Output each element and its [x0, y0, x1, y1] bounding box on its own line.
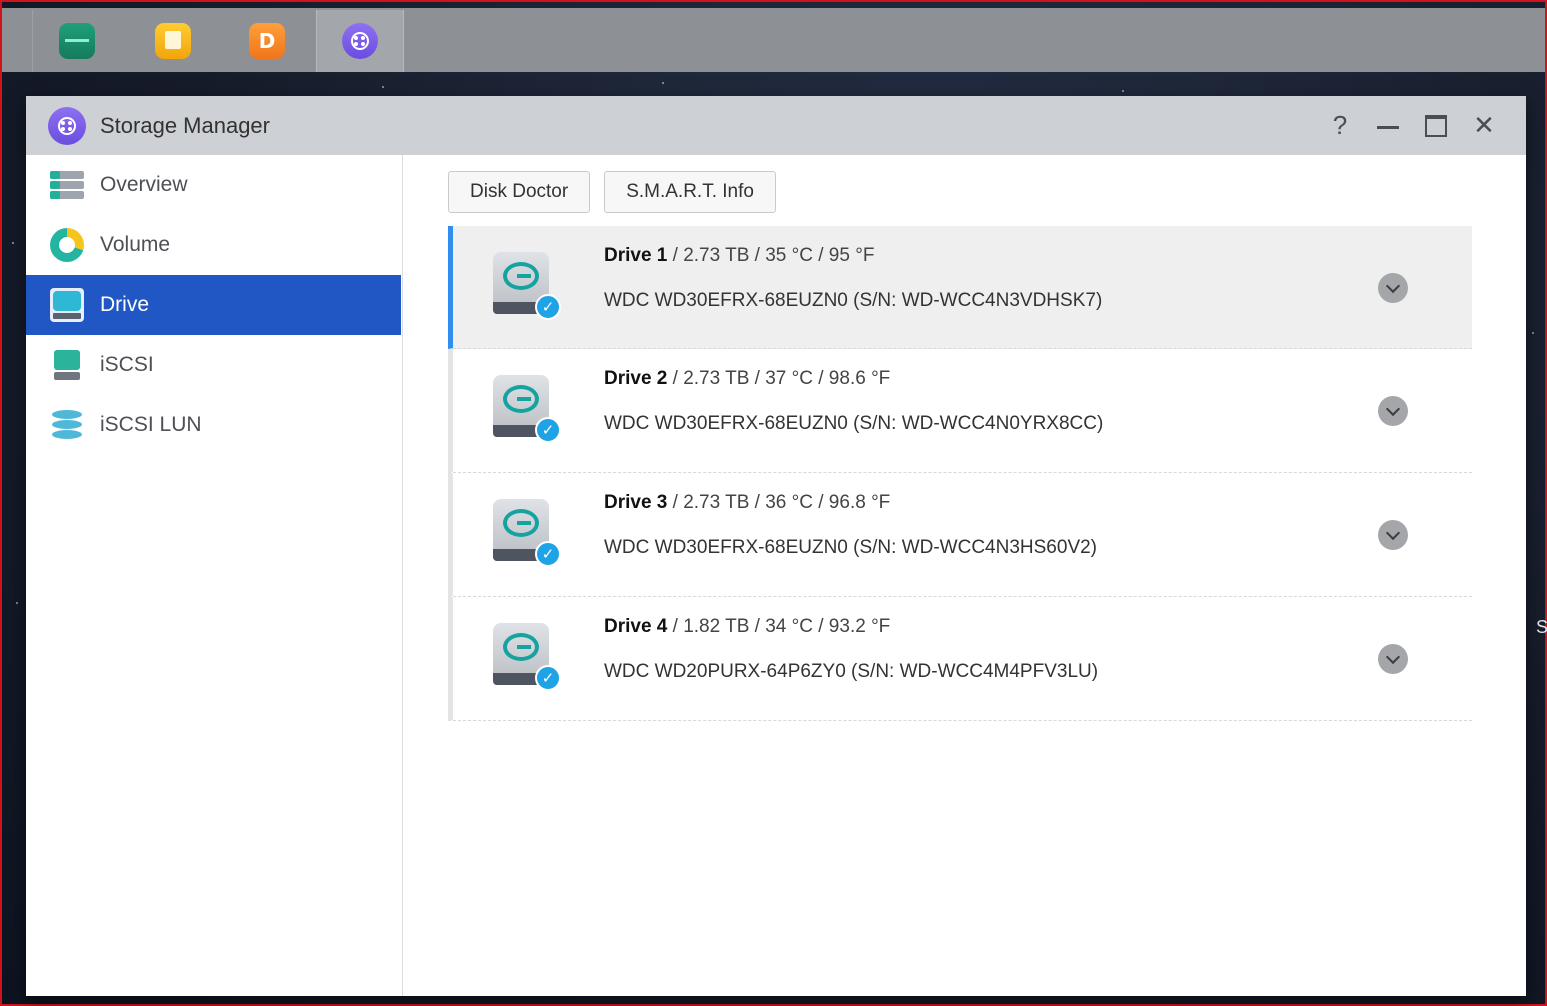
- sidebar-item-volume[interactable]: Volume: [26, 215, 402, 275]
- drive-details: / 2.73 TB / 36 °C / 96.8 °F: [667, 492, 891, 513]
- drive-model: WDC WD30EFRX-68EUZN0 (S/N: WD-WCC4N3HS60…: [604, 537, 1098, 558]
- sidebar-item-label: iSCSI LUN: [100, 413, 202, 436]
- window-title: Storage Manager: [100, 112, 270, 138]
- hard-disk-icon: ✓: [493, 623, 561, 691]
- hard-disk-icon: ✓: [493, 375, 561, 443]
- drive-name: Drive 1: [604, 245, 668, 266]
- healthy-check-icon: ✓: [535, 417, 561, 443]
- drive-name: Drive 4: [604, 616, 668, 637]
- close-button[interactable]: ✕: [1470, 110, 1498, 140]
- drive-details: / 1.82 TB / 34 °C / 93.2 °F: [667, 616, 891, 637]
- drive-row[interactable]: ✓ Drive 3 / 2.73 TB / 36 °C / 96.8 °F WD…: [448, 473, 1472, 597]
- drive-name: Drive 2: [604, 368, 668, 389]
- taskbar-download-center[interactable]: D: [223, 10, 311, 72]
- storage-manager-icon: [342, 23, 378, 59]
- resource-monitor-icon: [58, 23, 95, 59]
- sidebar-item-label: Volume: [100, 233, 171, 256]
- drive-details: / 2.73 TB / 37 °C / 98.6 °F: [667, 368, 891, 389]
- drive-model: WDC WD30EFRX-68EUZN0 (S/N: WD-WCC4N0YRX8…: [604, 413, 1104, 434]
- expand-chevron-icon[interactable]: [1378, 644, 1408, 674]
- sidebar-item-drive[interactable]: Drive: [26, 275, 401, 335]
- taskbar-storage-manager[interactable]: [316, 10, 404, 72]
- window-titlebar[interactable]: Storage Manager ? ✕: [26, 96, 1526, 155]
- hard-disk-icon: ✓: [493, 499, 561, 567]
- iscsi-lun-icon: [50, 408, 84, 442]
- drive-summary: Drive 4 / 1.82 TB / 34 °C / 93.2 °F: [604, 616, 890, 638]
- sidebar-item-overview[interactable]: Overview: [26, 155, 402, 215]
- storage-manager-icon: [48, 106, 86, 145]
- drive-details: / 2.73 TB / 35 °C / 95 °F: [667, 245, 875, 266]
- sidebar-item-label: Drive: [100, 293, 150, 316]
- desktop-edge-text: S: [1536, 617, 1547, 637]
- sidebar: Overview Volume Drive iSCSI iSCSI LUN: [26, 155, 403, 996]
- drive-summary: Drive 1 / 2.73 TB / 35 °C / 95 °F: [604, 245, 874, 267]
- drive-row[interactable]: ✓ Drive 2 / 2.73 TB / 37 °C / 98.6 °F WD…: [448, 349, 1472, 473]
- iscsi-icon: [50, 348, 84, 382]
- sidebar-item-iscsi-lun[interactable]: iSCSI LUN: [26, 395, 402, 455]
- expand-chevron-icon[interactable]: [1378, 396, 1408, 426]
- sidebar-item-label: Overview: [100, 173, 188, 196]
- drive-summary: Drive 2 / 2.73 TB / 37 °C / 98.6 °F: [604, 368, 890, 390]
- drive-list: ✓ Drive 1 / 2.73 TB / 35 °C / 95 °F WDC …: [448, 226, 1472, 721]
- drive-summary: Drive 3 / 2.73 TB / 36 °C / 96.8 °F: [604, 492, 890, 514]
- taskbar: D: [2, 8, 1545, 72]
- smart-info-button[interactable]: S.M.A.R.T. Info: [604, 171, 776, 213]
- main-panel: Disk Doctor S.M.A.R.T. Info ✓ Drive 1 / …: [404, 155, 1526, 996]
- maximize-button[interactable]: [1422, 112, 1450, 140]
- healthy-check-icon: ✓: [535, 665, 561, 691]
- drive-model: WDC WD30EFRX-68EUZN0 (S/N: WD-WCC4N3VDHS…: [604, 290, 1103, 311]
- hard-disk-icon: ✓: [493, 252, 561, 320]
- volume-icon: [50, 228, 84, 262]
- overview-icon: [50, 168, 84, 202]
- drive-icon: [50, 288, 84, 322]
- disk-doctor-button[interactable]: Disk Doctor: [448, 171, 591, 213]
- sidebar-item-label: iSCSI: [100, 353, 154, 376]
- toolbar: Disk Doctor S.M.A.R.T. Info: [448, 171, 776, 213]
- healthy-check-icon: ✓: [535, 541, 561, 567]
- expand-chevron-icon[interactable]: [1378, 520, 1408, 550]
- drive-name: Drive 3: [604, 492, 668, 513]
- storage-manager-window: Storage Manager ? ✕ Overview Volume Driv…: [26, 96, 1526, 996]
- minimize-button[interactable]: [1374, 112, 1402, 140]
- expand-chevron-icon[interactable]: [1378, 273, 1408, 303]
- download-center-icon: D: [249, 23, 285, 59]
- healthy-check-icon: ✓: [535, 294, 561, 320]
- drive-row[interactable]: ✓ Drive 1 / 2.73 TB / 35 °C / 95 °F WDC …: [448, 226, 1472, 349]
- sidebar-item-iscsi[interactable]: iSCSI: [26, 335, 402, 395]
- file-station-icon: [155, 23, 191, 59]
- drive-model: WDC WD20PURX-64P6ZY0 (S/N: WD-WCC4M4PFV3…: [604, 661, 1099, 682]
- help-button[interactable]: ?: [1326, 110, 1354, 140]
- drive-row[interactable]: ✓ Drive 4 / 1.82 TB / 34 °C / 93.2 °F WD…: [448, 597, 1472, 721]
- taskbar-file-station[interactable]: [129, 10, 217, 72]
- taskbar-resource-monitor[interactable]: [32, 10, 120, 72]
